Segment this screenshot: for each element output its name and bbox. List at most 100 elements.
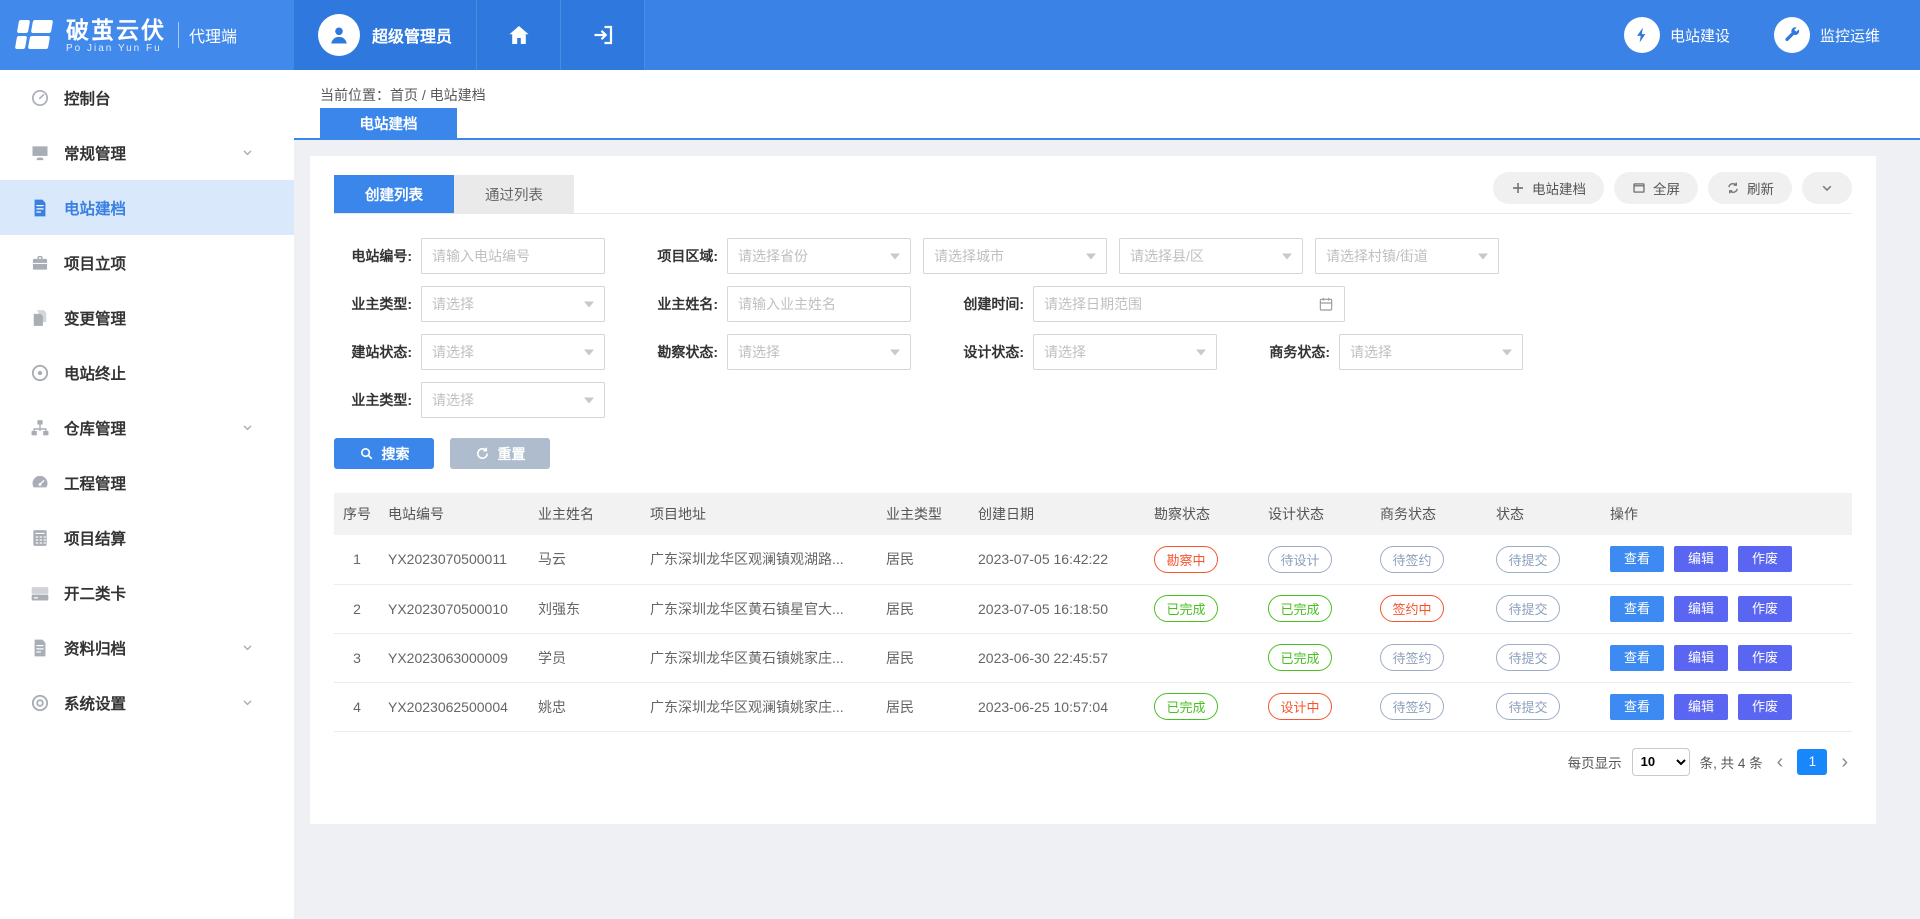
project-region-select-2[interactable]: 请选择城市 <box>923 238 1107 274</box>
page-size-select[interactable]: 10 <box>1632 748 1690 776</box>
view-button[interactable]: 查看 <box>1610 596 1664 622</box>
sidebar-item-system-settings[interactable]: 系统设置 <box>0 675 294 730</box>
filter-design-status: 设计状态: 请选择 <box>946 334 1252 370</box>
content-card: 创建列表通过列表 电站建档全屏刷新 电站编号:项目区域:请选择省份请选择城市请选… <box>310 156 1876 824</box>
prev-page-button[interactable]: ‹ <box>1773 752 1788 772</box>
topbar: 当前位置：首页 / 电站建档 电站建档 <box>294 70 1920 140</box>
cell-survey-status <box>1146 633 1260 682</box>
survey-status-select[interactable]: 请选择 <box>727 334 911 370</box>
sidebar-item-data-archive[interactable]: 资料归档 <box>0 620 294 675</box>
table-header-row: 序号电站编号业主姓名项目地址业主类型创建日期勘察状态设计状态商务状态状态操作 <box>334 493 1852 535</box>
sidebar-item-second-card[interactable]: 开二类卡 <box>0 565 294 620</box>
breadcrumb-label: 当前位置： <box>320 87 390 103</box>
create-time-daterange[interactable]: 请选择日期范围 <box>1033 286 1345 322</box>
user-name: 超级管理员 <box>372 23 452 47</box>
status-badge: 待签约 <box>1380 693 1444 720</box>
build-status-select[interactable]: 请选择 <box>421 334 605 370</box>
void-button[interactable]: 作废 <box>1738 694 1792 720</box>
target-icon <box>30 363 50 383</box>
chevron-down-icon <box>241 696 254 709</box>
cell-created: 2023-07-05 16:18:50 <box>970 584 1146 633</box>
collapse-button[interactable] <box>1802 172 1852 204</box>
owner-type-select[interactable]: 请选择 <box>421 286 605 322</box>
module-lightning[interactable]: 电站建设 <box>1624 17 1730 53</box>
station-no-input[interactable] <box>421 238 605 274</box>
edit-button[interactable]: 编辑 <box>1674 546 1728 572</box>
filter-station-no: 电站编号: <box>334 238 640 274</box>
user-menu[interactable]: 超级管理员 <box>294 0 477 70</box>
sidebar-item-station-archive[interactable]: 电站建档 <box>0 180 294 235</box>
status-badge: 签约中 <box>1380 595 1444 622</box>
current-page[interactable]: 1 <box>1797 749 1827 775</box>
project-region-select-4[interactable]: 请选择村镇/街道 <box>1315 238 1499 274</box>
header-spacer <box>645 0 1624 70</box>
sidebar-item-change-mgmt[interactable]: 变更管理 <box>0 290 294 345</box>
cell-actions: 查看编辑作废 <box>1602 633 1852 682</box>
business-status-select[interactable]: 请选择 <box>1339 334 1523 370</box>
cell-owner-type: 居民 <box>878 633 970 682</box>
view-button[interactable]: 查看 <box>1610 546 1664 572</box>
refresh-icon <box>1726 181 1740 195</box>
filter-owner-type: 业主类型:请选择 <box>334 286 640 322</box>
tab-create-list[interactable]: 创建列表 <box>334 175 454 213</box>
status-badge: 待提交 <box>1496 644 1560 671</box>
page-tab[interactable]: 电站建档 <box>320 108 457 138</box>
void-button[interactable]: 作废 <box>1738 596 1792 622</box>
reset-button[interactable]: 重置 <box>450 438 550 469</box>
tab-passed-list[interactable]: 通过列表 <box>454 175 574 213</box>
edit-button[interactable]: 编辑 <box>1674 645 1728 671</box>
fullscreen-button[interactable]: 全屏 <box>1614 172 1698 204</box>
sidebar-item-general[interactable]: 常规管理 <box>0 125 294 180</box>
cell-owner: 马云 <box>530 535 642 584</box>
view-button[interactable]: 查看 <box>1610 645 1664 671</box>
filter-label: 商务状态: <box>1252 342 1330 362</box>
sidebar-item-warehouse[interactable]: 仓库管理 <box>0 400 294 455</box>
cell-design-status: 已完成 <box>1260 584 1372 633</box>
owner-type-2-select[interactable]: 请选择 <box>421 382 605 418</box>
total-count-label: 条, 共 4 条 <box>1700 752 1763 772</box>
archive-icon <box>30 638 50 658</box>
caret-down-icon <box>1478 253 1488 260</box>
sidebar-item-console[interactable]: 控制台 <box>0 70 294 125</box>
date-placeholder: 请选择日期范围 <box>1044 294 1142 314</box>
copy-icon <box>30 308 50 328</box>
sidebar-item-label: 仓库管理 <box>64 417 126 439</box>
logout-button[interactable] <box>561 0 645 70</box>
filter-label: 设计状态: <box>946 342 1024 362</box>
chevron-down-icon <box>241 421 254 434</box>
home-button[interactable] <box>477 0 561 70</box>
void-button[interactable]: 作废 <box>1738 546 1792 572</box>
design-status-select[interactable]: 请选择 <box>1033 334 1217 370</box>
toolbar-button-label: 刷新 <box>1747 178 1774 198</box>
create-station-button[interactable]: 电站建档 <box>1493 172 1604 204</box>
breadcrumb-path[interactable]: 首页 / 电站建档 <box>390 87 486 103</box>
sidebar-item-engineering[interactable]: 工程管理 <box>0 455 294 510</box>
edit-button[interactable]: 编辑 <box>1674 694 1728 720</box>
wrench-icon <box>1774 17 1810 53</box>
select-placeholder: 请选择 <box>1044 342 1086 362</box>
table-row: 3YX2023063000009学员广东深圳龙华区黄石镇姚家庄...居民2023… <box>334 633 1852 682</box>
search-button[interactable]: 搜索 <box>334 438 434 469</box>
sitemap-icon <box>30 418 50 438</box>
project-region-select-1[interactable]: 请选择省份 <box>727 238 911 274</box>
sidebar-item-station-terminate[interactable]: 电站终止 <box>0 345 294 400</box>
void-button[interactable]: 作废 <box>1738 645 1792 671</box>
refresh-button[interactable]: 刷新 <box>1708 172 1792 204</box>
sidebar-item-label: 电站终止 <box>64 362 126 384</box>
edit-button[interactable]: 编辑 <box>1674 596 1728 622</box>
sidebar-item-settlement[interactable]: 项目结算 <box>0 510 294 565</box>
view-button[interactable]: 查看 <box>1610 694 1664 720</box>
calendar-icon <box>1318 296 1334 312</box>
select-placeholder: 请选择村镇/街道 <box>1326 246 1428 266</box>
sidebar-item-project-setup[interactable]: 项目立项 <box>0 235 294 290</box>
chevron-down-icon <box>1820 181 1834 195</box>
owner-name-input[interactable] <box>727 286 911 322</box>
filter-form: 电站编号:项目区域:请选择省份请选择城市请选择县/区请选择村镇/街道业主类型:请… <box>334 214 1852 418</box>
project-region-select-3[interactable]: 请选择县/区 <box>1119 238 1303 274</box>
next-page-button[interactable]: › <box>1837 752 1852 772</box>
cell-design-status: 已完成 <box>1260 633 1372 682</box>
logo[interactable]: 破茧云伏 Po Jian Yun Fu 代理端 <box>0 0 294 70</box>
sidebar: 控制台常规管理电站建档项目立项变更管理电站终止仓库管理工程管理项目结算开二类卡资… <box>0 70 294 919</box>
cell-station-no: YX2023062500004 <box>380 682 530 731</box>
module-wrench[interactable]: 监控运维 <box>1774 17 1880 53</box>
